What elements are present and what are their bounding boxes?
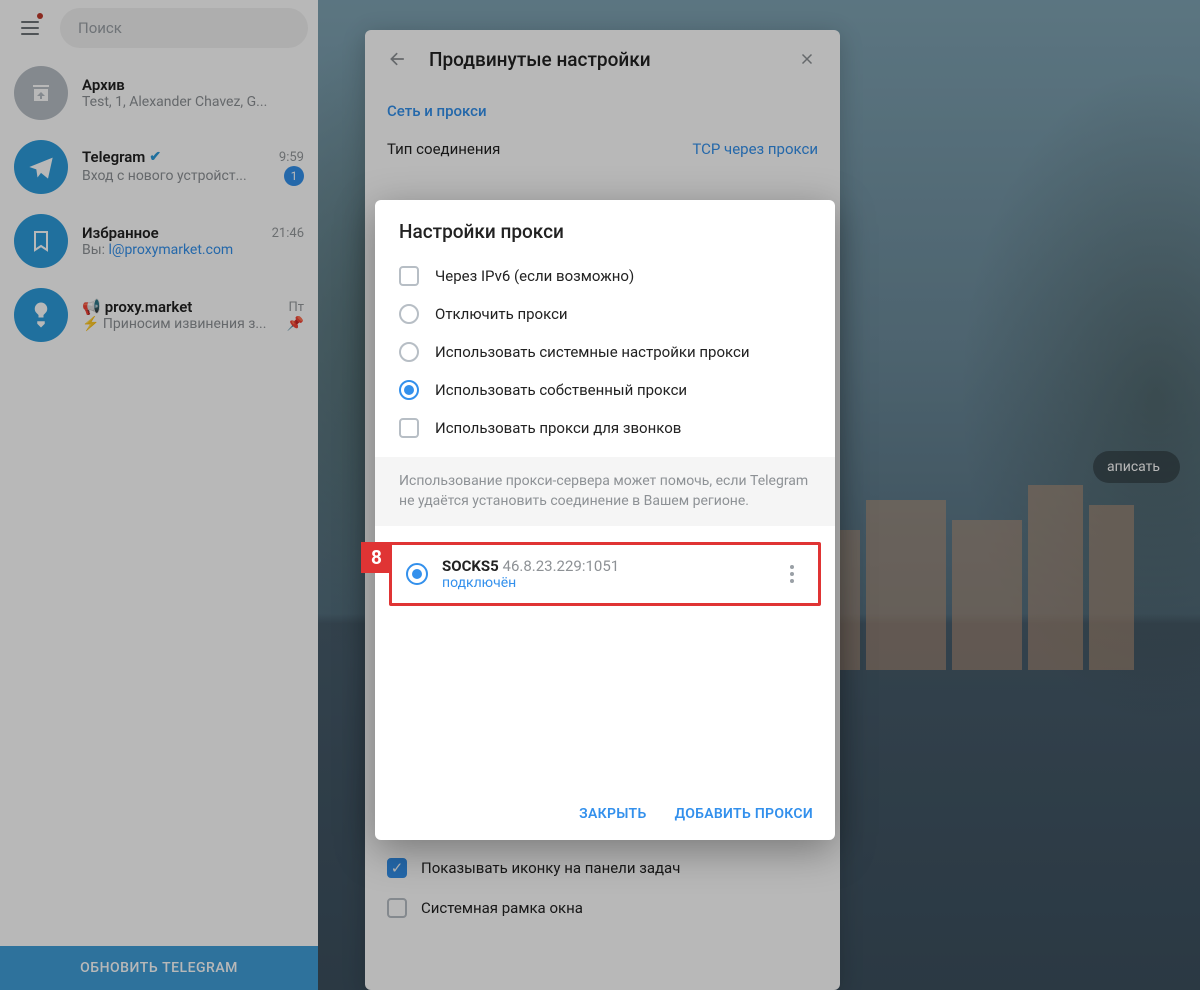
option-proxy-calls[interactable]: Использовать прокси для звонков (375, 409, 835, 447)
step-badge: 8 (361, 542, 392, 573)
option-label: Использовать системные настройки прокси (435, 343, 750, 361)
radio-icon (406, 563, 428, 585)
proxy-entry[interactable]: 8 SOCKS5 46.8.23.229:1051 подключён (389, 542, 821, 606)
dialog-title: Настройки прокси (375, 200, 835, 257)
option-label: Отключить прокси (435, 305, 568, 323)
close-button[interactable]: ЗАКРЫТЬ (579, 806, 646, 822)
proxy-entry-status: подключён (442, 575, 766, 591)
checkbox-icon (399, 266, 419, 286)
proxy-entry-title: SOCKS5 46.8.23.229:1051 (442, 557, 766, 575)
option-custom-proxy[interactable]: Использовать собственный прокси (375, 371, 835, 409)
proxy-settings-dialog: Настройки прокси Через IPv6 (если возмож… (375, 200, 835, 840)
option-disable-proxy[interactable]: Отключить прокси (375, 295, 835, 333)
radio-icon (399, 342, 419, 362)
proxy-hint-text: Использование прокси-сервера может помоч… (375, 457, 835, 526)
radio-icon (399, 304, 419, 324)
option-system-proxy[interactable]: Использовать системные настройки прокси (375, 333, 835, 371)
option-label: Использовать прокси для звонков (435, 419, 681, 437)
radio-icon (399, 380, 419, 400)
option-label: Использовать собственный прокси (435, 381, 687, 399)
option-ipv6[interactable]: Через IPv6 (если возможно) (375, 257, 835, 295)
option-label: Через IPv6 (если возможно) (435, 267, 634, 285)
add-proxy-button[interactable]: ДОБАВИТЬ ПРОКСИ (675, 806, 813, 822)
kebab-menu-icon[interactable] (780, 565, 804, 583)
checkbox-icon (399, 418, 419, 438)
